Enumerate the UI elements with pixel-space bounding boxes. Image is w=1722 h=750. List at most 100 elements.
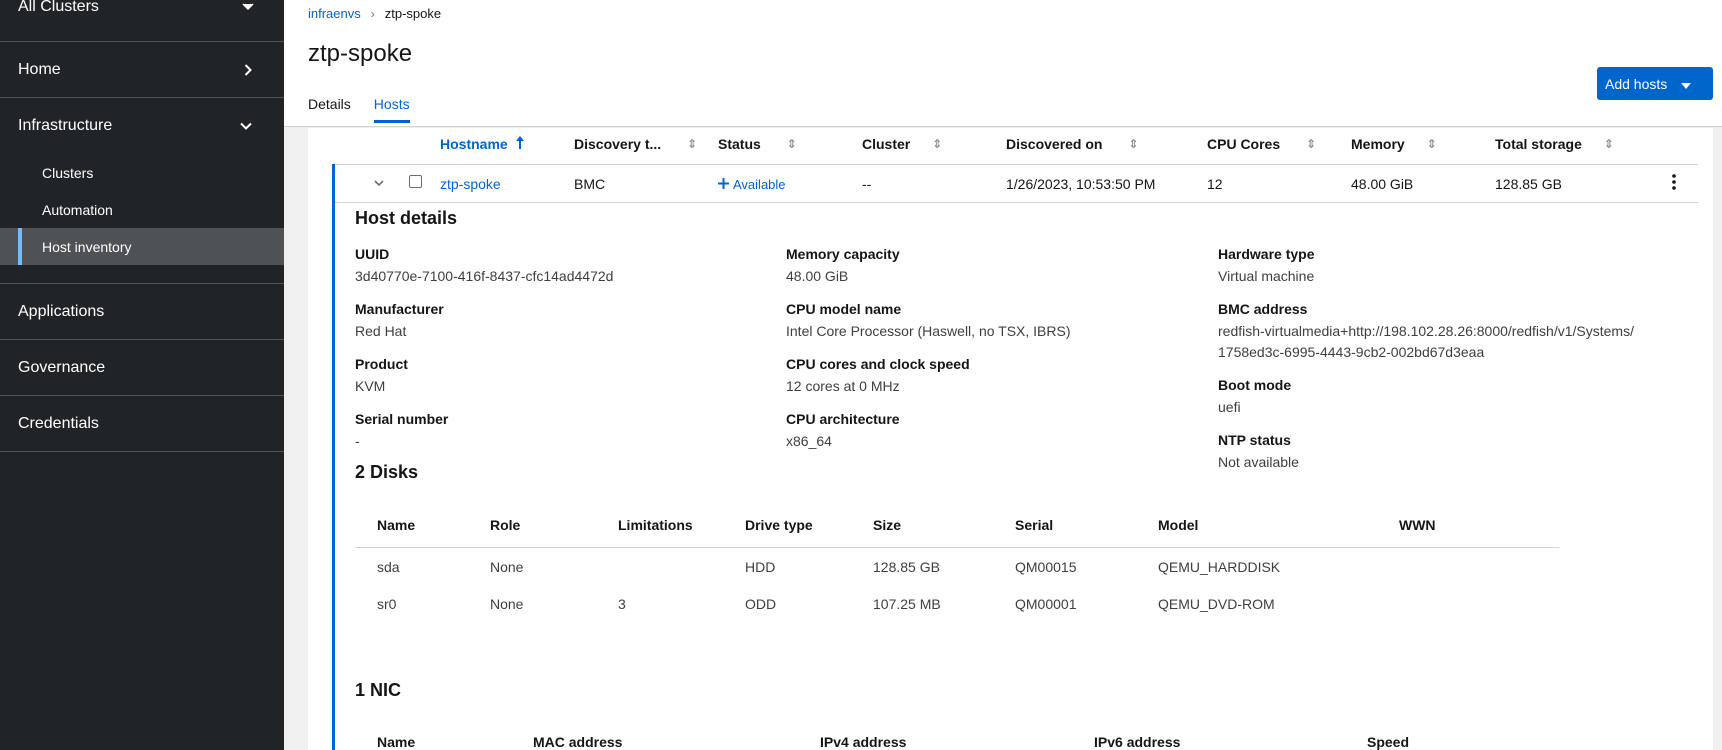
cpu-model-value: Intel Core Processor (Haswell, no TSX, I… xyxy=(786,323,1071,339)
hardware-type-label: Hardware type xyxy=(1218,246,1315,262)
sidebar-section-infrastructure[interactable]: Infrastructure xyxy=(0,98,284,154)
row-select-checkbox[interactable] xyxy=(409,175,422,188)
column-header-memory[interactable]: Memory ⇕ xyxy=(1351,136,1437,152)
table-cell: sda xyxy=(377,559,400,575)
cluster-cell: -- xyxy=(862,176,872,192)
table-cell: 107.25 MB xyxy=(873,596,941,612)
nics-table: Name MAC address IPv4 address IPv6 address S… xyxy=(355,734,1559,750)
serial-number-label: Serial number xyxy=(355,411,449,427)
table-row: ztp-spoke BMC Available -- 1/26/2023, 10… xyxy=(335,164,1698,202)
chevron-down-icon xyxy=(240,122,252,130)
column-header[interactable]: WWN xyxy=(1399,517,1436,533)
sort-icon: ⇕ xyxy=(1603,137,1614,151)
sidebar-section-applications[interactable]: Applications xyxy=(0,284,284,340)
column-header-discovery-type[interactable]: Discovery t... ⇕ xyxy=(574,136,697,152)
column-header[interactable]: IPv4 address xyxy=(820,734,906,750)
cpu-architecture-value: x86_64 xyxy=(786,433,832,449)
manufacturer-label: Manufacturer xyxy=(355,301,444,317)
hostname-link[interactable]: ztp-spoke xyxy=(440,176,501,192)
sidebar-item-automation[interactable]: Automation xyxy=(0,191,284,228)
column-header-label: Discovery t... xyxy=(574,136,662,152)
column-header-label: Discovered on xyxy=(1006,136,1103,152)
manufacturer-value: Red Hat xyxy=(355,323,407,339)
table-cell: QEMU_HARDDISK xyxy=(1158,559,1281,575)
table-cell: 128.85 GB xyxy=(873,559,940,575)
breadcrumb: infraenvs › ztp-spoke xyxy=(308,6,441,21)
column-header[interactable]: Name xyxy=(377,517,415,533)
tab-hosts[interactable]: Hosts xyxy=(373,96,410,123)
sidebar-item-label: Automation xyxy=(42,201,113,218)
status-label: Available xyxy=(733,176,786,192)
sort-icon: ⇕ xyxy=(687,137,698,151)
column-header[interactable]: Role xyxy=(490,517,520,533)
uuid-label: UUID xyxy=(355,246,390,262)
column-header-label: CPU Cores xyxy=(1207,136,1281,152)
sort-icon: ⇕ xyxy=(786,137,797,151)
host-details-column-1: UUID 3d40770e-7100-416f-8437-cfc14ad4472… xyxy=(355,246,755,466)
column-header-total-storage[interactable]: Total storage ⇕ xyxy=(1495,136,1614,152)
uuid-value: 3d40770e-7100-416f-8437-cfc14ad4472d xyxy=(355,268,614,284)
hosts-table-header: Hostname Discovery t... ⇕ Status ⇕ Clust… xyxy=(308,128,1713,164)
sidebar-item-clusters[interactable]: Clusters xyxy=(0,154,284,191)
column-header-cluster[interactable]: Cluster ⇕ xyxy=(862,136,942,152)
sidebar-item-host-inventory[interactable]: Host inventory xyxy=(0,228,284,265)
column-header[interactable]: MAC address xyxy=(533,734,622,750)
sidebar-section-home[interactable]: Home xyxy=(0,42,284,98)
cpu-cores-cell: 12 xyxy=(1207,176,1223,192)
bmc-address-label: BMC address xyxy=(1218,301,1308,317)
column-header[interactable]: IPv6 address xyxy=(1094,734,1180,750)
table-cell: QM00015 xyxy=(1015,559,1077,575)
column-header-hostname[interactable]: Hostname xyxy=(440,136,524,152)
status-available-link[interactable]: Available xyxy=(718,176,786,192)
table-cell: sr0 xyxy=(377,596,397,612)
nics-title: 1 NIC xyxy=(355,680,402,700)
column-header-discovered-on[interactable]: Discovered on ⇕ xyxy=(1006,136,1139,152)
divider xyxy=(355,547,1559,548)
cpu-cores-clock-value: 12 cores at 0 MHz xyxy=(786,378,900,394)
add-hosts-button[interactable]: Add hosts xyxy=(1597,67,1713,100)
column-header-cpu-cores[interactable]: CPU Cores ⇕ xyxy=(1207,136,1316,152)
column-header[interactable]: Serial xyxy=(1015,517,1053,533)
column-header-label: Total storage xyxy=(1495,136,1582,152)
table-cell: None xyxy=(490,596,524,612)
host-details-column-2: Memory capacity 48.00 GiB CPU model name… xyxy=(786,246,1186,466)
kebab-menu-icon[interactable] xyxy=(1672,174,1676,193)
sort-icon: ⇕ xyxy=(1426,137,1437,151)
sidebar-group-infrastructure: Infrastructure Clusters Automation Host … xyxy=(0,98,284,284)
sidebar-section-credentials[interactable]: Credentials xyxy=(0,396,284,452)
table-cell: ODD xyxy=(745,596,777,612)
column-header[interactable]: Model xyxy=(1158,517,1198,533)
sort-icon: ⇕ xyxy=(932,137,943,151)
column-header-label: Status xyxy=(718,136,761,152)
column-header[interactable]: Size xyxy=(873,517,901,533)
cluster-switcher[interactable]: All Clusters xyxy=(0,0,284,42)
cpu-model-label: CPU model name xyxy=(786,301,902,317)
table-cell: QEMU_DVD-ROM xyxy=(1158,596,1275,612)
column-header[interactable]: Limitations xyxy=(618,517,693,533)
table-cell[interactable]: 3 xyxy=(618,596,626,612)
sort-icon: ⇕ xyxy=(1128,137,1139,151)
hardware-type-value: Virtual machine xyxy=(1218,268,1315,284)
product-label: Product xyxy=(355,356,408,372)
caret-down-icon[interactable] xyxy=(1681,76,1692,92)
cluster-switcher-label: All Clusters xyxy=(18,0,99,15)
sidebar-section-governance[interactable]: Governance xyxy=(0,340,284,396)
memory-capacity-value: 48.00 GiB xyxy=(786,268,849,284)
column-header-status[interactable]: Status ⇕ xyxy=(718,136,797,152)
host-details-column-3: Hardware type Virtual machine BMC addres… xyxy=(1218,246,1636,487)
column-header-label: Memory xyxy=(1351,136,1405,152)
disks-title: 2 Disks xyxy=(355,462,419,482)
sidebar-section-label: Credentials xyxy=(18,414,99,432)
discovery-type-cell: BMC xyxy=(574,176,606,192)
expanded-host-row: ztp-spoke BMC Available -- 1/26/2023, 10… xyxy=(332,164,1713,750)
column-header[interactable]: Drive type xyxy=(745,517,813,533)
chevron-down-icon[interactable] xyxy=(374,174,384,190)
add-hosts-label: Add hosts xyxy=(1605,75,1668,92)
tab-details[interactable]: Details xyxy=(308,96,351,123)
column-header[interactable]: Speed xyxy=(1367,734,1409,750)
sidebar-item-label: Clusters xyxy=(42,164,94,181)
column-header[interactable]: Name xyxy=(377,734,415,750)
breadcrumb-link-infraenvs[interactable]: infraenvs xyxy=(308,6,361,21)
sort-icon: ⇕ xyxy=(1306,137,1317,151)
ntp-status-value: Not available xyxy=(1218,454,1299,470)
